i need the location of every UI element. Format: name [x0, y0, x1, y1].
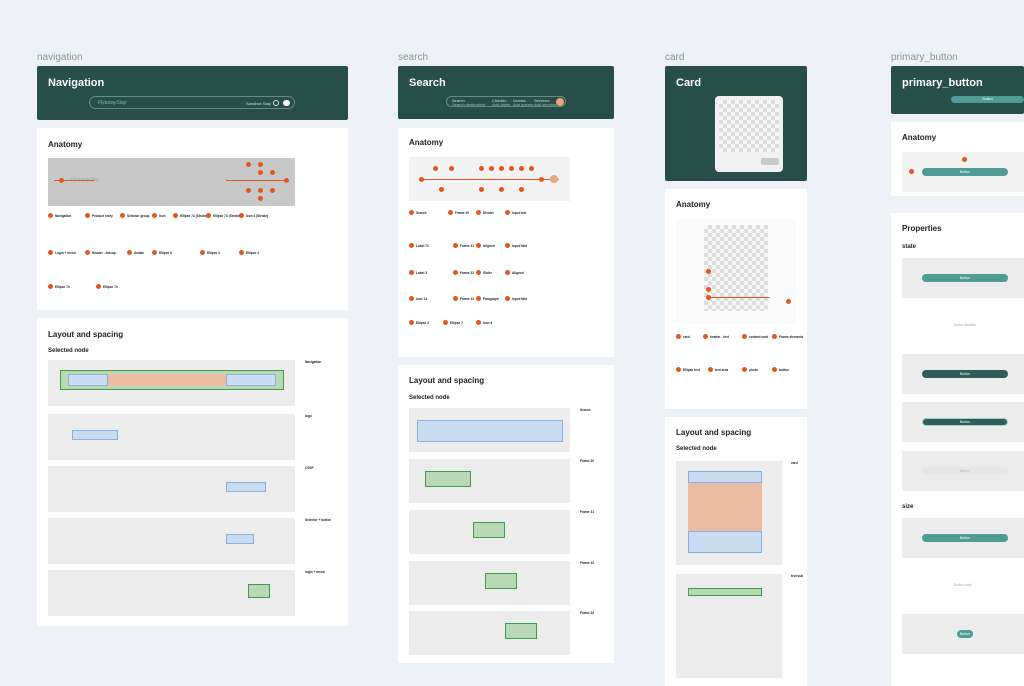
marker-dot: [59, 178, 64, 183]
anatomy-title: Anatomy: [48, 140, 83, 149]
frame-label-primary-button: primary_button: [891, 52, 958, 63]
nav-logo: FlyawayStay: [98, 100, 127, 106]
card-preview-button: [761, 158, 779, 165]
anatomy-primary-button: Button: [922, 168, 1008, 176]
frame-label-navigation: navigation: [37, 52, 83, 63]
navigation-layout-panel: Layout and spacing Selected node Navigat…: [37, 318, 348, 626]
search-icon[interactable]: [556, 98, 564, 106]
hero-primary-button[interactable]: Button: [951, 96, 1024, 103]
user-menu-icon: [283, 100, 290, 106]
globe-icon: [273, 100, 279, 106]
size-small-button[interactable]: Button: [957, 630, 973, 638]
search-frame[interactable]: Search Search Search destination Checkin…: [398, 66, 614, 663]
frame-label-card: card: [665, 52, 685, 63]
size-large-button[interactable]: Button: [922, 534, 1008, 542]
search-icon-preview: [550, 175, 558, 183]
primary-button-frame[interactable]: primary_button Button Anatomy Button Pro…: [891, 66, 1024, 686]
search-preview-pill: Search Search destination Checkin Add da…: [446, 96, 566, 107]
card-preview: [715, 96, 783, 172]
navigation-frame[interactable]: Navigation FlyawayStay Sandbox Stay Anat…: [37, 66, 348, 626]
navigation-hero: Navigation FlyawayStay Sandbox Stay: [37, 66, 348, 120]
state-focus-button[interactable]: Button: [922, 418, 1008, 426]
hero-title: Navigation: [48, 77, 105, 89]
navigation-anatomy-panel: Anatomy FlyawayStay Navigation Product e…: [37, 128, 348, 310]
state-hover-button[interactable]: Button: [922, 370, 1008, 378]
nav-link: Sandbox Stay: [246, 101, 271, 106]
state-disabled-button: Button: [922, 467, 1008, 475]
card-frame[interactable]: Card Anatomy card header - text content …: [665, 66, 807, 686]
nav-anatomy-preview: FlyawayStay: [48, 158, 295, 206]
state-default-button[interactable]: Button: [922, 274, 1008, 282]
frame-label-search: search: [398, 52, 429, 63]
nav-preview-pill: FlyawayStay Sandbox Stay: [89, 96, 295, 109]
